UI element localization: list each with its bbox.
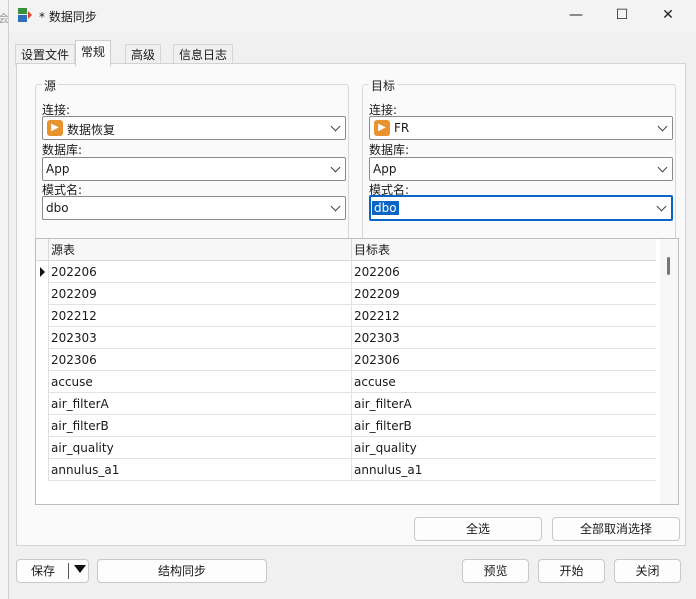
data-sync-window: * 数据同步 — ☐ ✕ 设置文件 常规 高级 信息日志 源 连接: ▶ 数据恢… bbox=[8, 0, 696, 599]
scrollbar-thumb[interactable] bbox=[667, 257, 670, 275]
source-table-cell[interactable]: 202306 bbox=[49, 349, 352, 371]
title-bar[interactable]: * 数据同步 — ☐ ✕ bbox=[9, 0, 696, 32]
source-table-cell[interactable]: 202212 bbox=[49, 305, 352, 327]
row-indicator[interactable] bbox=[36, 459, 49, 481]
target-group-title: 目标 bbox=[369, 77, 398, 94]
source-database-label: 数据库: bbox=[42, 143, 83, 157]
source-connection-value: 数据恢复 bbox=[67, 123, 116, 137]
minimize-button[interactable]: — bbox=[553, 0, 599, 30]
source-schema-value: dbo bbox=[46, 201, 69, 215]
source-table-cell[interactable]: air_filterA bbox=[49, 393, 352, 415]
chevron-down-icon bbox=[330, 201, 341, 212]
target-table-cell[interactable]: 202303 bbox=[352, 327, 656, 349]
tab-general[interactable]: 常规 bbox=[75, 40, 112, 66]
structure-sync-button[interactable]: 结构同步 bbox=[97, 559, 267, 583]
table-row[interactable]: air_filterB air_filterB bbox=[36, 415, 656, 437]
target-database-label: 数据库: bbox=[369, 143, 410, 157]
source-connection-select[interactable]: ▶ 数据恢复 bbox=[42, 116, 346, 140]
row-indicator[interactable] bbox=[36, 327, 49, 349]
row-indicator[interactable] bbox=[36, 393, 49, 415]
close-window-button[interactable]: ✕ bbox=[645, 0, 691, 30]
window-title: * 数据同步 bbox=[39, 10, 97, 24]
column-header-target-table[interactable]: 目标表 bbox=[352, 239, 656, 261]
target-database-select[interactable]: App bbox=[369, 157, 673, 181]
table-row[interactable]: air_quality air_quality bbox=[36, 437, 656, 459]
table-row[interactable]: 202303 202303 bbox=[36, 327, 656, 349]
save-button-label: 保存 bbox=[31, 564, 56, 578]
current-row-arrow-icon bbox=[40, 267, 45, 277]
target-database-value: App bbox=[373, 162, 397, 176]
target-schema-select[interactable]: dbo bbox=[369, 195, 673, 221]
chevron-down-icon bbox=[330, 121, 341, 132]
connection-icon: ▶ bbox=[47, 120, 63, 136]
preview-button[interactable]: 预览 bbox=[462, 559, 529, 583]
data-sync-app-icon bbox=[18, 8, 32, 22]
target-table-cell[interactable]: air_quality bbox=[352, 437, 656, 459]
chevron-down-icon bbox=[657, 121, 668, 132]
select-all-button[interactable]: 全选 bbox=[414, 517, 542, 541]
table-row[interactable]: 202209 202209 bbox=[36, 283, 656, 305]
table-row[interactable]: 202206 202206 bbox=[36, 261, 656, 283]
target-table-cell[interactable]: 202212 bbox=[352, 305, 656, 327]
maximize-icon: ☐ bbox=[615, 7, 629, 23]
target-schema-value: dbo bbox=[372, 201, 399, 215]
connection-icon: ▶ bbox=[374, 120, 390, 136]
source-table-cell[interactable]: 202206 bbox=[49, 261, 352, 283]
source-database-value: App bbox=[46, 162, 70, 176]
row-indicator-header bbox=[36, 239, 49, 261]
row-indicator[interactable] bbox=[36, 305, 49, 327]
row-indicator[interactable] bbox=[36, 349, 49, 371]
target-table-cell[interactable]: 202306 bbox=[352, 349, 656, 371]
source-table-cell[interactable]: annulus_a1 bbox=[49, 459, 352, 481]
save-split-button[interactable]: 保存 bbox=[16, 559, 89, 583]
table-row[interactable]: air_filterA air_filterA bbox=[36, 393, 656, 415]
target-table-cell[interactable]: annulus_a1 bbox=[352, 459, 656, 481]
row-indicator[interactable] bbox=[36, 437, 49, 459]
close-icon: ✕ bbox=[662, 7, 674, 23]
source-database-select[interactable]: App bbox=[42, 157, 346, 181]
table-row[interactable]: accuse accuse bbox=[36, 371, 656, 393]
target-table-cell[interactable]: 202206 bbox=[352, 261, 656, 283]
table-mapping-grid[interactable]: 源表 目标表 202206 202206 202209 202209 202212 202… bbox=[35, 238, 679, 505]
target-connection-select[interactable]: ▶ FR bbox=[369, 116, 673, 140]
chevron-down-icon bbox=[330, 162, 341, 173]
tab-message-log[interactable]: 信息日志 bbox=[173, 44, 234, 65]
close-button[interactable]: 关闭 bbox=[614, 559, 681, 583]
row-indicator[interactable] bbox=[36, 261, 49, 283]
table-row[interactable]: 202212 202212 bbox=[36, 305, 656, 327]
maximize-button[interactable]: ☐ bbox=[599, 0, 645, 30]
source-table-cell[interactable]: 202303 bbox=[49, 327, 352, 349]
source-group-title: 源 bbox=[42, 77, 59, 94]
row-indicator[interactable] bbox=[36, 371, 49, 393]
minimize-icon: — bbox=[569, 7, 583, 23]
target-table-cell[interactable]: air_filterA bbox=[352, 393, 656, 415]
row-indicator[interactable] bbox=[36, 283, 49, 305]
target-table-cell[interactable]: accuse bbox=[352, 371, 656, 393]
target-table-cell[interactable]: air_filterB bbox=[352, 415, 656, 437]
general-tab-panel: 源 连接: ▶ 数据恢复 数据库: App 模式名: dbo 目标 连接: ▶ bbox=[16, 63, 686, 546]
source-table-cell[interactable]: air_filterB bbox=[49, 415, 352, 437]
source-table-cell[interactable]: air_quality bbox=[49, 437, 352, 459]
start-button[interactable]: 开始 bbox=[538, 559, 605, 583]
table-row[interactable]: 202306 202306 bbox=[36, 349, 656, 371]
table-row[interactable]: annulus_a1 annulus_a1 bbox=[36, 459, 656, 481]
target-connection-value: FR bbox=[394, 121, 410, 135]
target-table-cell[interactable]: 202209 bbox=[352, 283, 656, 305]
vertical-scrollbar[interactable] bbox=[660, 239, 678, 504]
tab-advanced[interactable]: 高级 bbox=[125, 44, 162, 65]
source-table-cell[interactable]: 202209 bbox=[49, 283, 352, 305]
row-indicator[interactable] bbox=[36, 415, 49, 437]
source-table-cell[interactable]: accuse bbox=[49, 371, 352, 393]
dropdown-arrow-icon[interactable] bbox=[74, 565, 86, 573]
chevron-down-icon bbox=[656, 201, 667, 212]
source-schema-select[interactable]: dbo bbox=[42, 196, 346, 220]
deselect-all-button[interactable]: 全部取消选择 bbox=[552, 517, 680, 541]
split-separator bbox=[68, 563, 69, 579]
tab-settings-file[interactable]: 设置文件 bbox=[15, 44, 76, 65]
chevron-down-icon bbox=[657, 162, 668, 173]
column-header-source-table[interactable]: 源表 bbox=[49, 239, 352, 261]
background-window-edge: 会 bbox=[0, 0, 9, 599]
